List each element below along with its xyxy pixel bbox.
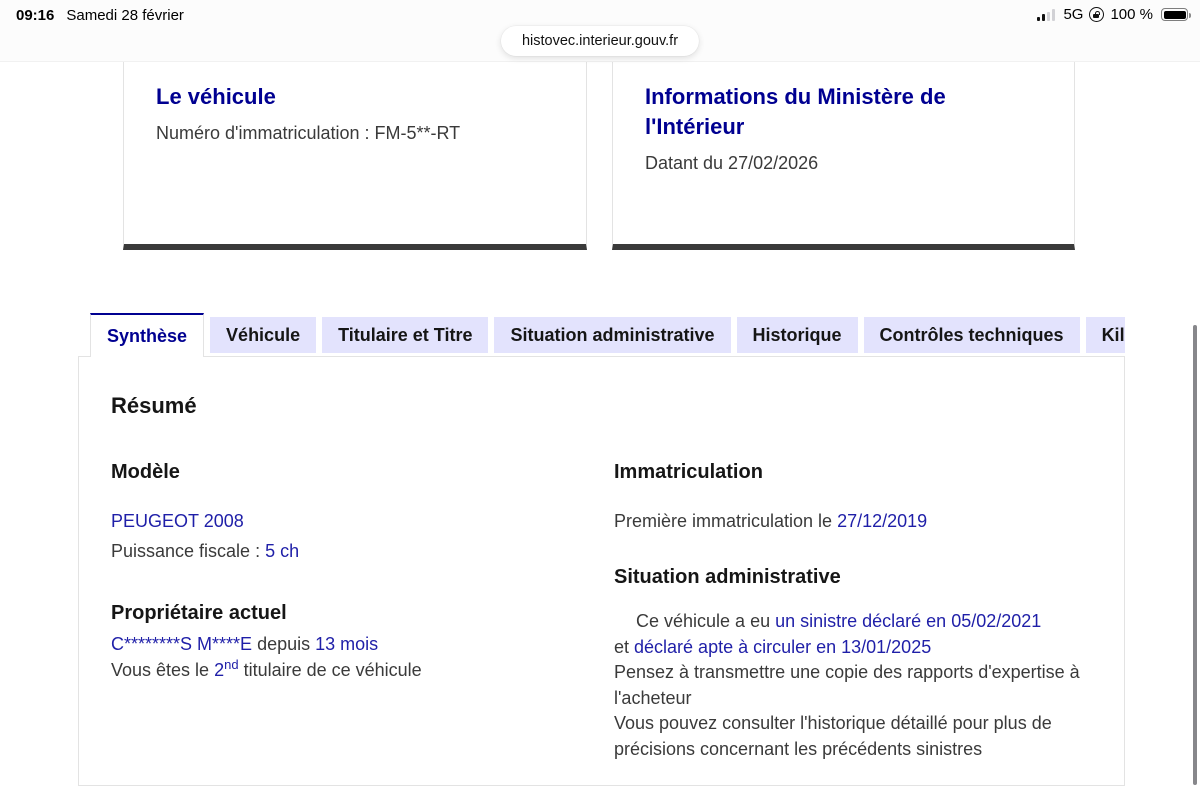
owner-heading: Propriétaire actuel <box>111 602 287 624</box>
fiscal-power-label: Puissance fiscale : <box>111 541 266 561</box>
rotation-lock-icon <box>1089 7 1105 22</box>
fiscal-power-line: Puissance fiscale : 5 ch <box>111 536 614 566</box>
ministry-info-card-date: Datant du 27/02/2026 <box>645 153 819 173</box>
sinister-conjunction: et <box>614 636 635 657</box>
tab-kilometrage[interactable]: Kilométrage <box>1085 317 1125 353</box>
first-registration-label: Première immatriculation le <box>614 511 838 531</box>
holder-prefix: Vous êtes le <box>111 660 215 680</box>
tab-titulaire-et-titre[interactable]: Titulaire et Titre <box>322 317 489 353</box>
tab-controles-techniques[interactable]: Contrôles techniques <box>863 317 1080 353</box>
vehicle-card-registration-number: Numéro d'immatriculation : FM-5**-RT <box>156 123 461 143</box>
situation-heading: Situation administrative <box>614 566 841 588</box>
browser-chrome: 09:16 Samedi 28 février 5G 100 % histove… <box>0 0 1200 62</box>
network-type-label: 5G <box>1063 6 1084 23</box>
cellular-signal-icon <box>1037 8 1056 21</box>
owner-line: C********S M****E depuis 13 mois <box>111 631 614 657</box>
status-bar-right: 5G 100 % <box>1037 6 1191 23</box>
holder-ordinal-suffix: nd <box>224 657 239 672</box>
tab-historique[interactable]: Historique <box>736 317 858 353</box>
holder-ordinal: 2 <box>214 660 225 680</box>
fit-to-drive: déclaré apte à circuler en 13/01/2025 <box>634 636 932 657</box>
owner-masked-name: C********S M****E <box>111 634 253 654</box>
tab-vehicule[interactable]: Véhicule <box>210 317 317 353</box>
expertise-advice: Pensez à transmettre une copie des rappo… <box>614 662 1080 708</box>
vertical-scrollbar[interactable] <box>1193 325 1197 785</box>
vehicle-card: Le véhicule Numéro d'immatriculation : F… <box>123 62 587 250</box>
model-name: PEUGEOT 2008 <box>111 511 244 531</box>
owner-duration: 13 mois <box>315 634 379 654</box>
holder-suffix: titulaire de ce véhicule <box>238 660 422 680</box>
synthese-panel: Résumé Modèle PEUGEOT 2008 Puissance fis… <box>78 356 1125 786</box>
fiscal-power-value: 5 ch <box>265 541 300 561</box>
battery-icon <box>1161 8 1191 21</box>
summary-left-column: Modèle PEUGEOT 2008 Puissance fiscale : … <box>111 461 614 762</box>
situation-text: Ce véhicule a eu un sinistre déclaré en … <box>614 609 1092 762</box>
registration-heading: Immatriculation <box>614 461 763 483</box>
history-advice: Vous pouvez consulter l'historique détai… <box>614 713 1052 759</box>
model-heading: Modèle <box>111 461 180 483</box>
ministry-info-card: Informations du Ministère de l'Intérieur… <box>612 62 1075 250</box>
owner-since-label: depuis <box>252 634 316 654</box>
status-time: 09:16 <box>16 7 55 24</box>
status-bar-left: 09:16 Samedi 28 février <box>16 7 184 24</box>
status-date: Samedi 28 février <box>66 7 184 24</box>
sinister-intro: Ce véhicule a eu <box>636 611 776 631</box>
summary-right-column: Immatriculation Première immatriculation… <box>614 461 1092 762</box>
battery-percent-label: 100 % <box>1110 6 1153 23</box>
sinister-line: Ce véhicule a eu un sinistre déclaré en … <box>614 609 1092 660</box>
holder-line: Vous êtes le 2nd titulaire de ce véhicul… <box>111 657 614 683</box>
resume-title: Résumé <box>111 393 197 418</box>
vehicle-card-title: Le véhicule <box>156 84 276 109</box>
tab-situation-administrative[interactable]: Situation administrative <box>494 317 731 353</box>
ministry-info-card-title: Informations du Ministère de l'Intérieur <box>645 84 946 139</box>
tab-synthese[interactable]: Synthèse <box>90 313 205 357</box>
sinister-declared: un sinistre déclaré en 05/02/2021 <box>775 611 1042 631</box>
first-registration-line: Première immatriculation le 27/12/2019 <box>614 506 1092 536</box>
address-bar[interactable]: histovec.interieur.gouv.fr <box>500 26 700 56</box>
first-registration-date: 27/12/2019 <box>837 511 928 531</box>
tab-bar: Synthèse Véhicule Titulaire et Titre Sit… <box>78 313 1125 357</box>
